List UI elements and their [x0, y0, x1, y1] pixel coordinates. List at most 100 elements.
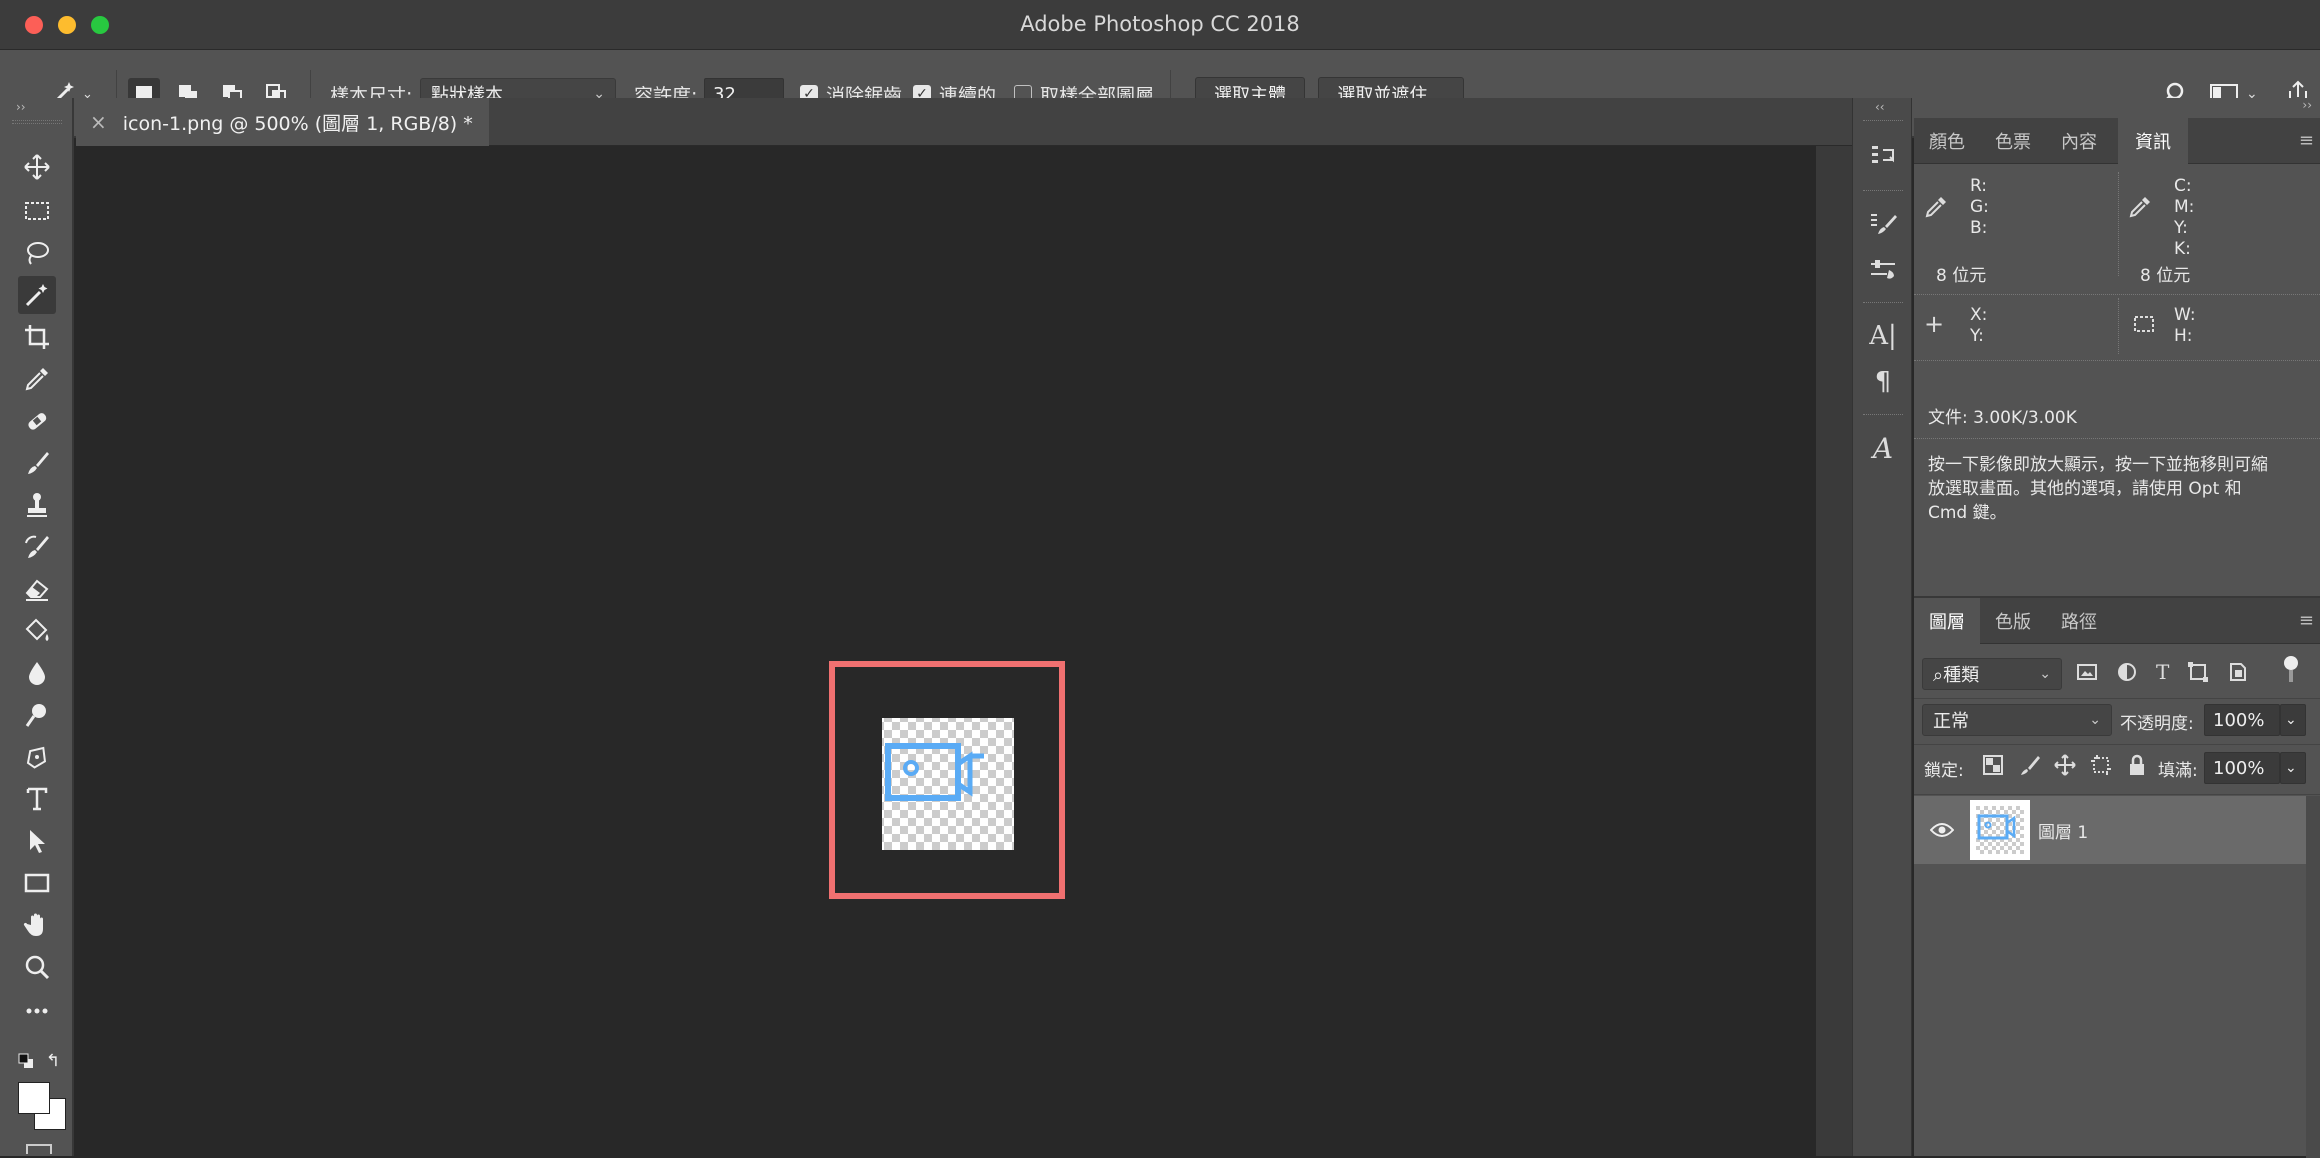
history-brush-icon: [25, 535, 49, 558]
default-colors-button[interactable]: [18, 1053, 34, 1073]
fill-slider-button[interactable]: ⌄: [2280, 752, 2306, 784]
clone-stamp-tool[interactable]: [18, 486, 56, 524]
eraser-tool[interactable]: [18, 570, 56, 608]
type-icon: [26, 787, 48, 811]
lock-artboard-icon[interactable]: [2090, 754, 2112, 776]
document-tab[interactable]: × icon-1.png @ 500% (圖層 1, RGB/8) *: [76, 98, 489, 146]
opacity-input[interactable]: 100%: [2204, 704, 2280, 736]
h-label: H:: [2174, 326, 2193, 346]
marquee-icon: [25, 202, 49, 220]
layer-row[interactable]: 圖層 1: [1914, 796, 2306, 864]
fill-input[interactable]: 100%: [2204, 752, 2280, 784]
character-panel-button[interactable]: A|: [1863, 316, 1903, 356]
panel-menu-icon[interactable]: ≡: [2299, 610, 2314, 631]
filter-toggle[interactable]: [2284, 656, 2298, 684]
tab-paths[interactable]: 路徑: [2046, 598, 2112, 644]
filter-pixel-icon[interactable]: [2076, 661, 2098, 683]
window-title: Adobe Photoshop CC 2018: [1020, 12, 1300, 36]
layer-name[interactable]: 圖層 1: [2038, 818, 2088, 843]
character-icon: A|: [1869, 321, 1897, 351]
paragraph-panel-button[interactable]: ¶: [1863, 362, 1903, 402]
dodge-tool[interactable]: [18, 696, 56, 734]
crop-tool[interactable]: [18, 318, 56, 356]
rgb-eyedropper-icon[interactable]: [1922, 193, 1950, 225]
glyphs-panel-button[interactable]: A: [1863, 428, 1903, 468]
layer-thumbnail: [1970, 800, 2030, 860]
magic-wand-tool[interactable]: [18, 276, 56, 314]
filter-shape-icon[interactable]: [2187, 661, 2209, 683]
brush-tool[interactable]: [18, 444, 56, 482]
lock-pixels-icon[interactable]: [2018, 754, 2040, 776]
brush-settings-icon: [1871, 214, 1897, 234]
tab-layers[interactable]: 圖層: [1914, 598, 1980, 644]
document-tab-bar: × icon-1.png @ 500% (圖層 1, RGB/8) *: [76, 98, 1852, 146]
filter-adjustment-icon[interactable]: [2116, 661, 2138, 683]
cmyk-label-k: K:: [2174, 239, 2191, 259]
edit-toolbar-button[interactable]: [18, 992, 56, 1030]
brush-settings-panel-button[interactable]: [1863, 204, 1903, 244]
cmyk-label-c: C:: [2174, 176, 2192, 196]
lock-position-icon[interactable]: [2054, 754, 2076, 776]
filter-smart-object-icon[interactable]: [2227, 661, 2249, 683]
close-tab-icon[interactable]: ×: [90, 110, 107, 134]
zoom-tool[interactable]: [18, 948, 56, 986]
swap-colors-icon[interactable]: ↰: [46, 1051, 60, 1071]
type-tool[interactable]: [18, 780, 56, 818]
history-brush-tool[interactable]: [18, 528, 56, 566]
lock-all-icon[interactable]: [2126, 754, 2148, 776]
collapse-panels-icon[interactable]: ››: [2302, 98, 2312, 112]
crop-icon: [25, 325, 49, 349]
eyedropper-icon: [25, 368, 48, 391]
filter-type-icon[interactable]: T: [2156, 660, 2169, 684]
info-panel: ›› 顏色 色票 內容 資訊 ≡ R: G: B: 8 位元 C: M: Y: …: [1914, 98, 2320, 596]
marquee-tool[interactable]: [18, 192, 56, 230]
layers-scrollbar[interactable]: [2306, 796, 2320, 1158]
move-tool[interactable]: [18, 148, 56, 186]
canvas-image[interactable]: [76, 146, 1816, 1156]
canvas-area[interactable]: [76, 146, 1816, 1156]
eye-icon[interactable]: [1930, 822, 1954, 838]
opacity-slider-button[interactable]: ⌄: [2280, 704, 2306, 736]
history-panel-button[interactable]: [1863, 136, 1903, 176]
w-label: W:: [2174, 305, 2196, 325]
lock-transparent-icon[interactable]: [1982, 754, 2004, 776]
path-selection-tool[interactable]: [18, 822, 56, 860]
collapse-tools-icon[interactable]: ››: [16, 100, 26, 114]
magic-wand-icon: [25, 284, 48, 307]
adjustments-panel-button[interactable]: [1863, 250, 1903, 290]
rectangle-icon: [24, 873, 50, 893]
search-icon: ⌕: [1933, 665, 1944, 686]
paint-bucket-tool[interactable]: [18, 612, 56, 650]
lasso-icon: [27, 242, 49, 265]
collapse-dock-icon[interactable]: ‹‹: [1875, 100, 1885, 114]
drop-icon: [29, 662, 45, 685]
rgb-label-b: B:: [1970, 218, 1988, 238]
tab-info[interactable]: 資訊: [2118, 118, 2188, 164]
tools-panel: ›› ↰: [0, 98, 74, 1156]
foreground-color-swatch[interactable]: [18, 1082, 50, 1114]
cmyk-eyedropper-icon[interactable]: [2126, 193, 2154, 225]
pen-tool[interactable]: [18, 738, 56, 776]
blend-mode-value: 正常: [1933, 711, 1969, 732]
rectangle-tool[interactable]: [18, 864, 56, 902]
cmyk-label-y: Y:: [2174, 218, 2188, 238]
eyedropper-tool[interactable]: [18, 360, 56, 398]
lasso-tool[interactable]: [18, 234, 56, 272]
paint-bucket-icon: [25, 618, 49, 641]
hand-tool[interactable]: [18, 906, 56, 944]
blur-tool[interactable]: [18, 654, 56, 692]
document-tab-title: icon-1.png @ 500% (圖層 1, RGB/8) *: [122, 112, 473, 135]
panel-menu-icon[interactable]: ≡: [2299, 130, 2314, 151]
blend-mode-dropdown[interactable]: 正常 ⌄: [1922, 704, 2112, 736]
layer-filter-dropdown[interactable]: ⌕種類 ⌄: [1922, 658, 2062, 690]
tab-channels[interactable]: 色版: [1980, 598, 2046, 644]
vertical-scrollbar[interactable]: [1816, 146, 1852, 1156]
tab-properties[interactable]: 內容: [2046, 118, 2112, 164]
healing-brush-tool[interactable]: [18, 402, 56, 440]
panel-grip[interactable]: [12, 120, 62, 124]
tab-color[interactable]: 顏色: [1914, 118, 1980, 164]
quick-mask-icon[interactable]: [26, 1144, 52, 1154]
pen-icon: [26, 746, 47, 769]
tab-swatches[interactable]: 色票: [1980, 118, 2046, 164]
file-info: 文件: 3.00K/3.00K: [1928, 408, 2077, 428]
